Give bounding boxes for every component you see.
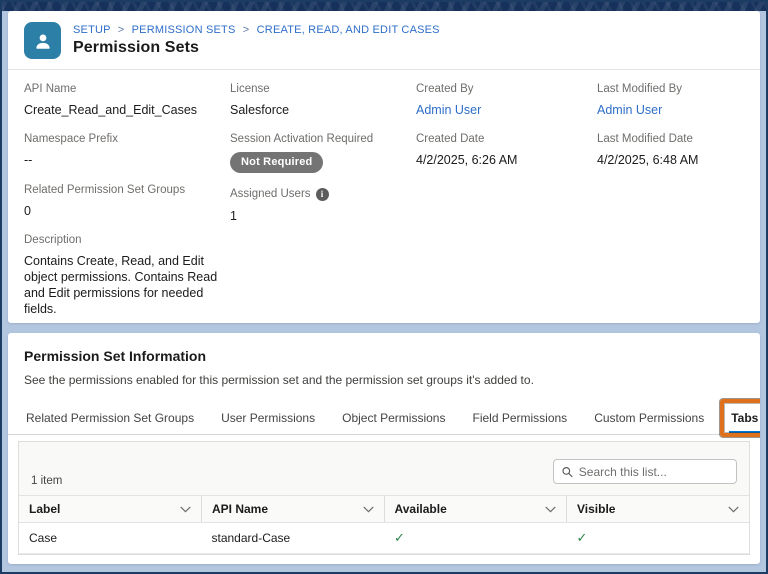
chevron-down-icon[interactable] — [180, 506, 191, 513]
field-label: Assigned Users — [230, 188, 311, 200]
cell-api-name: standard-Case — [202, 523, 385, 554]
breadcrumb-setup-link[interactable]: SETUP — [73, 24, 110, 36]
breadcrumb-permission-sets-link[interactable]: PERMISSION SETS — [132, 24, 236, 36]
breadcrumb: SETUP > PERMISSION SETS > CREATE, READ, … — [73, 24, 440, 36]
setup-header-band — [2, 2, 766, 11]
field-value: 4/2/2025, 6:48 AM — [597, 152, 746, 168]
field-label: Session Activation Required — [230, 133, 416, 145]
field-namespace-prefix: Namespace Prefix -- — [24, 133, 230, 168]
field-last-modified-by: Last Modified By Admin User — [597, 83, 746, 118]
field-created-date: Created Date 4/2/2025, 6:26 AM — [416, 133, 597, 168]
page-title: Permission Sets — [73, 39, 440, 57]
field-label: Created Date — [416, 133, 597, 145]
status-badge: Not Required — [230, 152, 323, 172]
last-modified-by-user-link[interactable]: Admin User — [597, 103, 662, 117]
search-input[interactable] — [579, 465, 728, 479]
field-label: Last Modified By — [597, 83, 746, 95]
field-session-activation-required: Session Activation Required Not Required — [230, 133, 416, 172]
field-assigned-users: Assigned Users i 1 — [230, 188, 416, 224]
person-icon — [32, 30, 54, 52]
detail-column-1: API Name Create_Read_and_Edit_Cases Name… — [24, 83, 230, 323]
field-value: Create_Read_and_Edit_Cases — [24, 102, 230, 118]
search-icon — [562, 466, 573, 478]
tab-object-permissions[interactable]: Object Permissions — [340, 402, 447, 434]
checkmark-icon: ✓ — [577, 530, 588, 545]
field-license: License Salesforce — [230, 83, 416, 118]
column-header-api-name[interactable]: API Name — [202, 496, 385, 523]
field-api-name: API Name Create_Read_and_Edit_Cases — [24, 83, 230, 118]
field-label: License — [230, 83, 416, 95]
cell-label: Case — [19, 523, 202, 554]
field-value: -- — [24, 152, 230, 168]
column-header-text: Available — [395, 502, 447, 516]
permission-set-information-card: Permission Set Information See the permi… — [8, 333, 760, 564]
tab-label: Tabs — [731, 411, 758, 425]
detail-fields: API Name Create_Read_and_Edit_Cases Name… — [8, 70, 760, 323]
tab-related-permission-set-groups[interactable]: Related Permission Set Groups — [24, 402, 196, 434]
field-value: 1 — [230, 208, 416, 224]
field-label: Last Modified Date — [597, 133, 746, 145]
item-count: 1 item — [31, 475, 62, 487]
field-label: Namespace Prefix — [24, 133, 230, 145]
breadcrumb-current-page-link[interactable]: CREATE, READ, AND EDIT CASES — [257, 24, 440, 36]
title-row: SETUP > PERMISSION SETS > CREATE, READ, … — [8, 11, 760, 69]
field-label: Description — [24, 234, 230, 246]
section-subtitle: See the permissions enabled for this per… — [8, 364, 760, 387]
field-label: API Name — [24, 83, 230, 95]
info-icon[interactable]: i — [316, 188, 329, 201]
app-window: SETUP > PERMISSION SETS > CREATE, READ, … — [0, 0, 768, 574]
chevron-down-icon[interactable] — [363, 506, 374, 513]
tab-field-permissions[interactable]: Field Permissions — [470, 402, 569, 434]
field-description: Description Contains Create, Read, and E… — [24, 234, 230, 317]
field-label: Created By — [416, 83, 597, 95]
permission-set-user-icon — [24, 22, 61, 59]
breadcrumb-separator: > — [243, 24, 250, 36]
checkmark-icon: ✓ — [394, 530, 405, 545]
column-header-text: API Name — [212, 502, 268, 516]
chevron-down-icon[interactable] — [728, 506, 739, 513]
detail-column-3: Created By Admin User Created Date 4/2/2… — [416, 83, 597, 323]
field-value: Contains Create, Read, and Edit object p… — [24, 253, 226, 317]
table-header-row: Label API Name — [19, 496, 749, 523]
column-header-text: Visible — [577, 502, 615, 516]
permission-set-header-card: SETUP > PERMISSION SETS > CREATE, READ, … — [8, 11, 760, 323]
detail-column-2: License Salesforce Session Activation Re… — [230, 83, 416, 323]
search-box[interactable] — [553, 459, 737, 484]
tab-tabs[interactable]: Tabs — [729, 402, 760, 434]
field-last-modified-date: Last Modified Date 4/2/2025, 6:48 AM — [597, 133, 746, 168]
tab-bar: Related Permission Set Groups User Permi… — [8, 402, 760, 435]
column-header-label[interactable]: Label — [19, 496, 202, 523]
field-value: 4/2/2025, 6:26 AM — [416, 152, 597, 168]
list-toolbar: 1 item — [19, 442, 749, 495]
breadcrumb-separator: > — [118, 24, 125, 36]
field-label: Related Permission Set Groups — [24, 184, 230, 196]
column-header-visible[interactable]: Visible — [567, 496, 750, 523]
tab-user-permissions[interactable]: User Permissions — [219, 402, 317, 434]
tabs-list-panel: 1 item Label — [18, 441, 750, 555]
chevron-down-icon[interactable] — [545, 506, 556, 513]
tab-custom-permissions[interactable]: Custom Permissions — [592, 402, 706, 434]
tabs-table: Label API Name — [19, 495, 749, 554]
created-by-user-link[interactable]: Admin User — [416, 103, 481, 117]
column-header-available[interactable]: Available — [384, 496, 567, 523]
detail-column-4: Last Modified By Admin User Last Modifie… — [597, 83, 746, 323]
field-value: Salesforce — [230, 102, 416, 118]
field-value: 0 — [24, 203, 230, 219]
section-title: Permission Set Information — [8, 333, 760, 364]
field-related-permission-set-groups: Related Permission Set Groups 0 — [24, 184, 230, 219]
column-header-text: Label — [29, 502, 60, 516]
table-row[interactable]: Case standard-Case ✓ ✓ — [19, 523, 749, 554]
field-created-by: Created By Admin User — [416, 83, 597, 118]
